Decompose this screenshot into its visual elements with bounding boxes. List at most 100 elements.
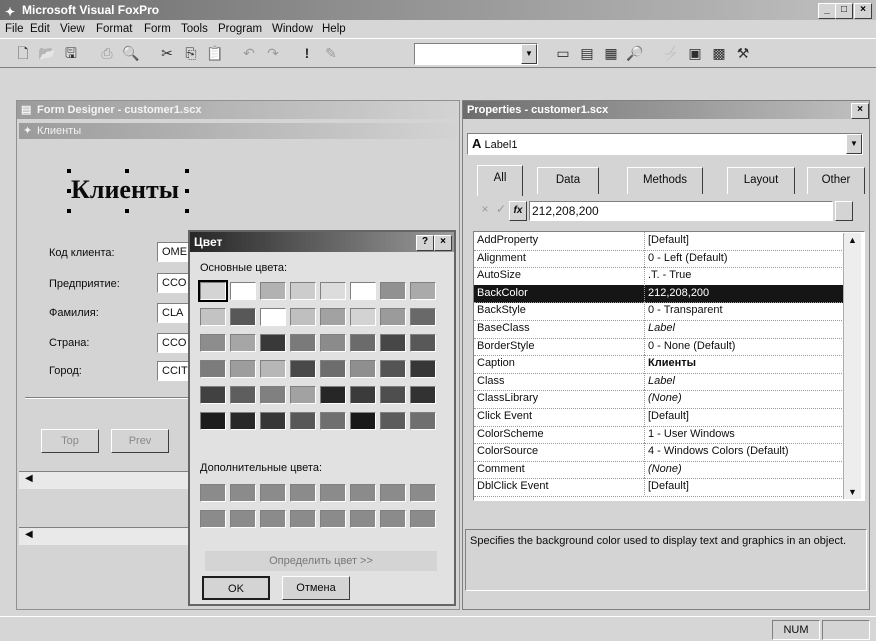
preview-icon[interactable]: 🔍: [120, 42, 142, 64]
minimize-button[interactable]: _: [818, 3, 836, 19]
basic-color-swatch[interactable]: [230, 282, 256, 300]
custom-color-swatch[interactable]: [350, 484, 376, 502]
basic-color-swatch[interactable]: [320, 334, 346, 352]
property-row[interactable]: Comment (None): [474, 460, 846, 480]
basic-color-swatch[interactable]: [200, 360, 226, 378]
basic-color-swatch[interactable]: [380, 308, 406, 326]
menu-help[interactable]: Help: [322, 20, 346, 38]
basic-color-swatch[interactable]: [350, 412, 376, 430]
custom-color-swatch[interactable]: [290, 484, 316, 502]
basic-color-swatch[interactable]: [230, 412, 256, 430]
custom-color-swatch[interactable]: [380, 484, 406, 502]
tab-all[interactable]: All: [477, 165, 523, 196]
property-row[interactable]: ColorScheme 1 - User Windows: [474, 425, 846, 445]
tab-data[interactable]: Data: [537, 167, 599, 194]
print-icon[interactable]: ⎙: [96, 42, 118, 64]
basic-color-swatch[interactable]: [200, 308, 226, 326]
scroll-up-icon[interactable]: ▲: [848, 235, 857, 245]
selection-handle[interactable]: [185, 189, 189, 193]
basic-color-swatch[interactable]: [350, 308, 376, 326]
custom-color-swatch[interactable]: [380, 510, 406, 528]
top-button[interactable]: Top: [41, 429, 99, 453]
property-row[interactable]: ColorSource 4 - Windows Colors (Default): [474, 443, 846, 462]
property-row[interactable]: BackStyle 0 - Transparent: [474, 302, 846, 321]
modify-icon[interactable]: ✎: [320, 42, 342, 64]
horizontal-scrollbar-2[interactable]: ◀: [19, 527, 203, 545]
basic-color-swatch[interactable]: [230, 360, 256, 378]
prev-button[interactable]: Prev: [111, 429, 169, 453]
custom-color-swatch[interactable]: [290, 510, 316, 528]
custom-color-swatch[interactable]: [260, 484, 286, 502]
menu-tools[interactable]: Tools: [181, 20, 208, 38]
custom-color-swatch[interactable]: [350, 510, 376, 528]
basic-color-swatch[interactable]: [320, 360, 346, 378]
property-row[interactable]: BaseClass Label: [474, 320, 846, 339]
selection-handle[interactable]: [125, 169, 129, 173]
selection-handle[interactable]: [185, 169, 189, 173]
label-caption[interactable]: Клиенты: [61, 169, 229, 213]
property-value-input[interactable]: 212,208,200: [529, 201, 833, 221]
paste-icon[interactable]: 📋: [204, 42, 226, 64]
basic-color-swatch[interactable]: [380, 334, 406, 352]
basic-color-swatch[interactable]: [230, 386, 256, 404]
color-picker-button[interactable]: [835, 201, 853, 221]
basic-color-swatch[interactable]: [350, 334, 376, 352]
cancel-edit-icon[interactable]: ×: [477, 202, 493, 220]
horizontal-scrollbar[interactable]: ◀: [19, 471, 203, 489]
basic-color-swatch[interactable]: [290, 386, 316, 404]
basic-color-swatch[interactable]: [200, 412, 226, 430]
basic-color-swatch[interactable]: [350, 386, 376, 404]
selection-handle[interactable]: [125, 209, 129, 213]
custom-color-swatch[interactable]: [200, 484, 226, 502]
basic-color-swatch[interactable]: [350, 282, 376, 300]
scroll-left-icon[interactable]: ◀: [25, 529, 33, 540]
open-icon[interactable]: 📂: [36, 42, 58, 64]
chevron-down-icon[interactable]: ▼: [846, 134, 862, 154]
basic-color-swatch[interactable]: [410, 308, 436, 326]
selection-handle[interactable]: [67, 169, 71, 173]
menu-window[interactable]: Window: [272, 20, 313, 38]
basic-color-swatch[interactable]: [290, 282, 316, 300]
basic-color-swatch[interactable]: [260, 308, 286, 326]
menu-file[interactable]: File: [5, 20, 24, 38]
object-combo[interactable]: A Label1 ▼: [467, 133, 863, 155]
property-row[interactable]: DblClick Event [Default]: [474, 478, 846, 497]
property-row[interactable]: AddProperty [Default]: [474, 232, 846, 251]
basic-color-swatch[interactable]: [410, 386, 436, 404]
basic-color-swatch[interactable]: [260, 334, 286, 352]
basic-color-swatch[interactable]: [290, 412, 316, 430]
basic-color-swatch[interactable]: [260, 360, 286, 378]
basic-color-swatch[interactable]: [260, 412, 286, 430]
property-row[interactable]: Class Label: [474, 372, 846, 392]
custom-color-swatch[interactable]: [320, 484, 346, 502]
basic-color-swatch[interactable]: [230, 308, 256, 326]
basic-color-swatch[interactable]: [320, 308, 346, 326]
basic-color-swatch[interactable]: [320, 386, 346, 404]
close-button[interactable]: ×: [854, 3, 872, 19]
cut-icon[interactable]: ✂: [156, 42, 178, 64]
basic-color-swatch[interactable]: [380, 282, 406, 300]
property-row[interactable]: Alignment 0 - Left (Default): [474, 249, 846, 269]
ok-button[interactable]: OK: [202, 576, 270, 600]
property-row[interactable]: Caption Клиенты: [474, 355, 846, 374]
scroll-down-icon[interactable]: ▼: [848, 487, 857, 497]
window-icon[interactable]: ▭: [552, 42, 574, 64]
tools-icon[interactable]: ⚒: [732, 42, 754, 64]
preview2-icon[interactable]: 🔎: [624, 42, 646, 64]
basic-color-swatch[interactable]: [380, 386, 406, 404]
menu-edit[interactable]: Edit: [30, 20, 50, 38]
help-button[interactable]: ?: [416, 235, 434, 251]
basic-color-swatch[interactable]: [200, 386, 226, 404]
property-row[interactable]: BorderStyle 0 - None (Default): [474, 337, 846, 357]
cancel-button[interactable]: Отмена: [282, 576, 350, 600]
basic-color-swatch[interactable]: [380, 360, 406, 378]
property-row[interactable]: ClassLibrary (None): [474, 390, 846, 409]
property-row[interactable]: AutoSize .T. - True: [474, 267, 846, 286]
tab-methods[interactable]: Methods: [627, 167, 703, 194]
chevron-down-icon[interactable]: ▼: [521, 44, 537, 64]
run-icon[interactable]: !: [296, 42, 318, 64]
property-row[interactable]: BackColor 212,208,200: [474, 284, 846, 304]
menu-view[interactable]: View: [60, 20, 85, 38]
properties-icon[interactable]: ▩: [708, 42, 730, 64]
toolbar-combo[interactable]: ▼: [414, 43, 538, 65]
